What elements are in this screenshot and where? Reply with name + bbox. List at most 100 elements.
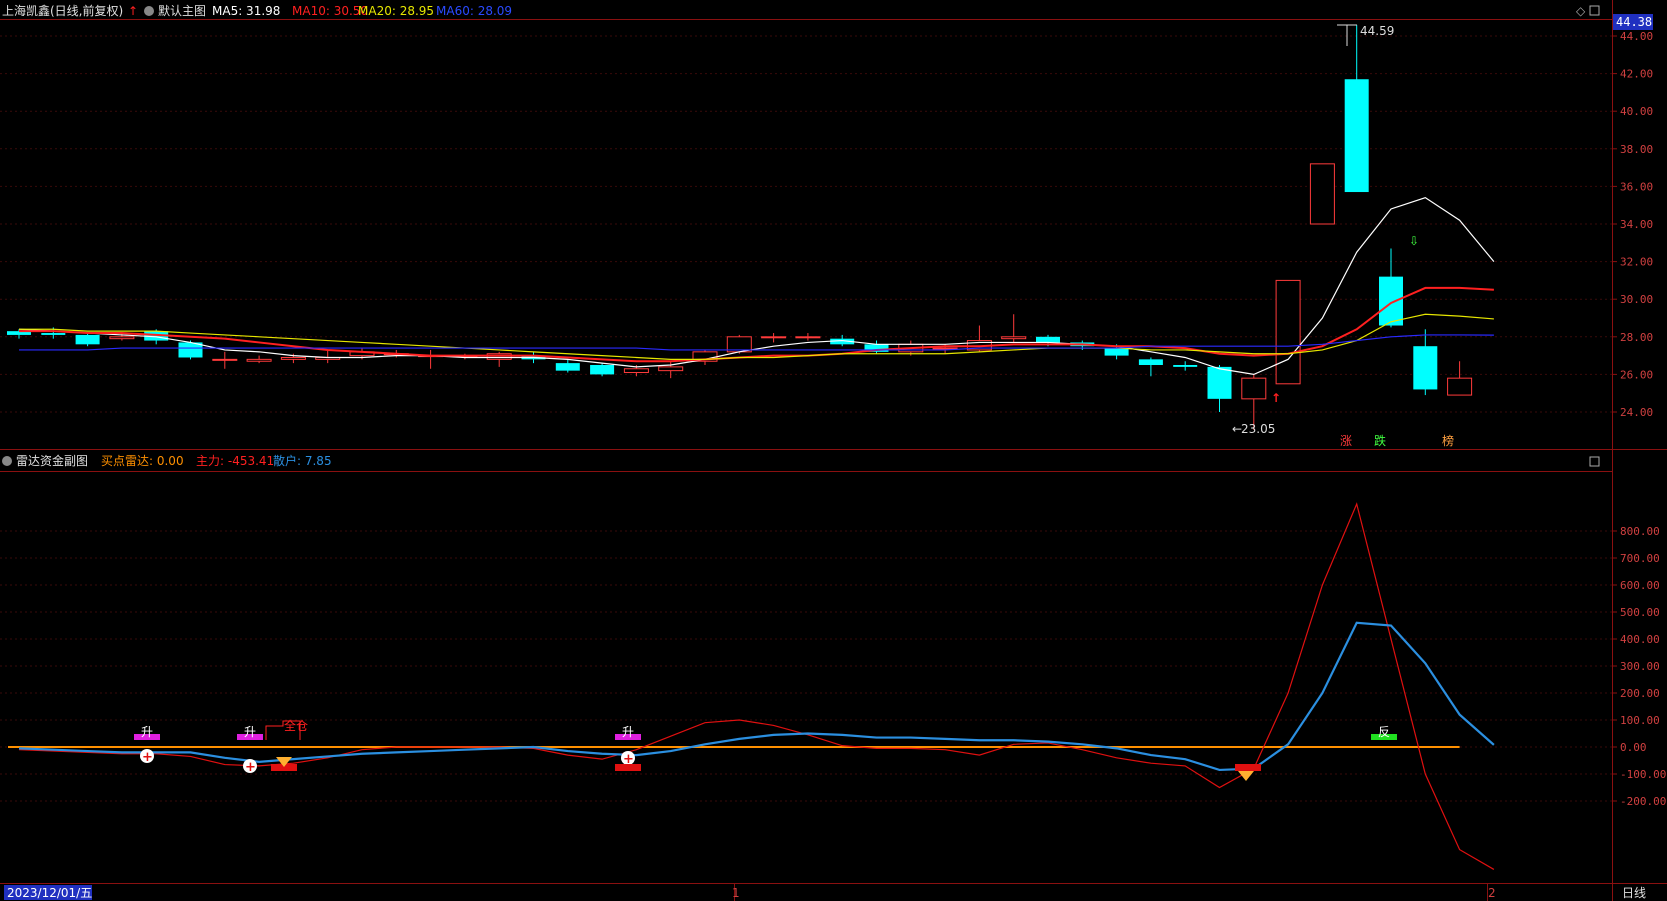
main-force-line xyxy=(18,502,1495,870)
candle xyxy=(75,333,100,347)
candle xyxy=(418,349,444,369)
price-axis: 44.00 42.00 40.00 38.00 36.00 34.00 32.00 30.00… xyxy=(1612,30,1653,419)
candle-body xyxy=(1207,366,1232,399)
candle-body xyxy=(658,366,684,372)
candle xyxy=(1173,361,1198,371)
candle xyxy=(1138,357,1163,377)
price-tick-label: 28.00 xyxy=(1620,331,1653,344)
candle xyxy=(1275,279,1301,385)
ma60-value: MA60: 28.09 xyxy=(436,4,512,18)
candle-body xyxy=(590,365,615,375)
candle xyxy=(1413,329,1438,396)
candle-body xyxy=(246,358,272,362)
fan-tag: 反 xyxy=(1378,725,1390,739)
candle-body xyxy=(109,336,135,340)
sheng-tag: 升 xyxy=(622,725,634,739)
candle xyxy=(1207,365,1232,412)
ma20-value: MA20: 28.95 xyxy=(358,4,434,18)
period-button[interactable]: 日线 xyxy=(1622,886,1646,900)
high-marker: 44.59 xyxy=(1337,24,1394,46)
candle xyxy=(555,359,580,373)
svg-text:←: ← xyxy=(1232,422,1242,436)
buy-radar-value: 买点雷达: 0.00 xyxy=(101,454,184,468)
candle-body xyxy=(1036,336,1060,343)
candle-body xyxy=(1344,79,1369,193)
main-chart-options-icon[interactable] xyxy=(144,6,154,16)
candle xyxy=(212,351,238,369)
plus-circle-icon: + xyxy=(243,759,257,775)
candle-body xyxy=(1104,348,1129,356)
price-tick-label: 32.00 xyxy=(1620,256,1653,269)
candle xyxy=(795,333,821,341)
indicator-tick-label: 100.00 xyxy=(1620,714,1660,727)
ma10-value: MA10: 30.50 xyxy=(292,4,368,18)
candle xyxy=(1379,248,1403,328)
main-force-value: 主力: -453.41 xyxy=(196,454,274,468)
die-tag: 跌 xyxy=(1374,433,1386,448)
indicator-tick-label: 800.00 xyxy=(1620,525,1660,538)
candle-body xyxy=(75,334,100,345)
candle-body xyxy=(1275,279,1301,385)
quanku-tag: 全仓 xyxy=(284,718,308,733)
price-tick-label: 24.00 xyxy=(1620,406,1653,419)
candle xyxy=(178,340,203,360)
price-tick-label: 34.00 xyxy=(1620,218,1653,231)
sub-chart-options-icon[interactable] xyxy=(2,456,12,466)
candle-body xyxy=(212,358,238,361)
plus-circle-icon: + xyxy=(140,749,154,765)
candle xyxy=(486,351,512,367)
buy-arrow-icon: ↑ xyxy=(1271,391,1281,405)
candle-body xyxy=(1413,346,1438,390)
signal-markers: 升 升 升 反 全仓 + + + xyxy=(134,718,1397,781)
red-bar xyxy=(1235,764,1261,771)
candle xyxy=(590,363,615,377)
price-tick-label: 40.00 xyxy=(1620,105,1653,118)
main-chart-label[interactable]: 默认主图 xyxy=(158,3,206,18)
up-arrow-icon: ↑ xyxy=(128,4,138,18)
candle xyxy=(1447,361,1473,396)
candle xyxy=(1309,163,1335,225)
red-bar xyxy=(615,764,641,771)
sell-arrow-icon: ⇩ xyxy=(1409,234,1419,248)
candle-body xyxy=(41,333,66,335)
candle xyxy=(1001,314,1027,343)
indicator-tick-label: 300.00 xyxy=(1620,660,1660,673)
candle-body xyxy=(1241,377,1267,400)
candle-body xyxy=(280,356,306,360)
low-marker: 23.05 ← xyxy=(1232,422,1275,436)
high-label: 44.59 xyxy=(1360,24,1394,38)
candles xyxy=(7,24,1473,430)
low-label: 23.05 xyxy=(1241,422,1275,436)
svg-text:+: + xyxy=(142,750,153,765)
candle-body xyxy=(623,368,649,374)
price-tick-label: 30.00 xyxy=(1620,293,1653,306)
price-tick-label: 44.00 xyxy=(1620,30,1653,43)
month-label-1: 1 xyxy=(732,886,740,900)
candle xyxy=(246,355,272,364)
indicator-tick-label: 200.00 xyxy=(1620,687,1660,700)
price-tick-label: 36.00 xyxy=(1620,180,1653,193)
sub-maximize-icon[interactable] xyxy=(1589,456,1600,467)
sub-chart-title[interactable]: 雷达资金副图 xyxy=(16,453,88,468)
indicator-tick-label: 500.00 xyxy=(1620,606,1660,619)
candle xyxy=(761,333,787,343)
indicator-axis: 800.00 700.00 600.00 500.00 400.00 300.00 200.… xyxy=(1612,525,1666,808)
candle xyxy=(1344,24,1369,193)
price-tick-label: 38.00 xyxy=(1620,143,1653,156)
indicator-tick-label: 700.00 xyxy=(1620,552,1660,565)
candle-body xyxy=(1173,365,1198,367)
maximize-icon[interactable] xyxy=(1589,5,1600,16)
indicator-tick-label: 400.00 xyxy=(1620,633,1660,646)
zhang-tag: 涨 xyxy=(1340,433,1352,448)
candle-body xyxy=(1001,336,1027,340)
indicator-tick-label: -100.00 xyxy=(1620,768,1666,781)
indicator-tick-label: 600.00 xyxy=(1620,579,1660,592)
indicator-lines xyxy=(8,502,1495,870)
candle-body xyxy=(795,336,821,339)
bang-tag: 榜 xyxy=(1442,433,1454,448)
stock-title: 上海凯鑫(日线,前复权) xyxy=(2,3,123,18)
candle-body xyxy=(555,363,580,371)
kline-chart[interactable]: 上海凯鑫(日线,前复权) ↑ 默认主图 MA5: 31.98 MA10: 30.… xyxy=(0,0,1667,901)
diamond-icon[interactable]: ◇ xyxy=(1576,4,1586,18)
candle-body xyxy=(1379,276,1403,326)
